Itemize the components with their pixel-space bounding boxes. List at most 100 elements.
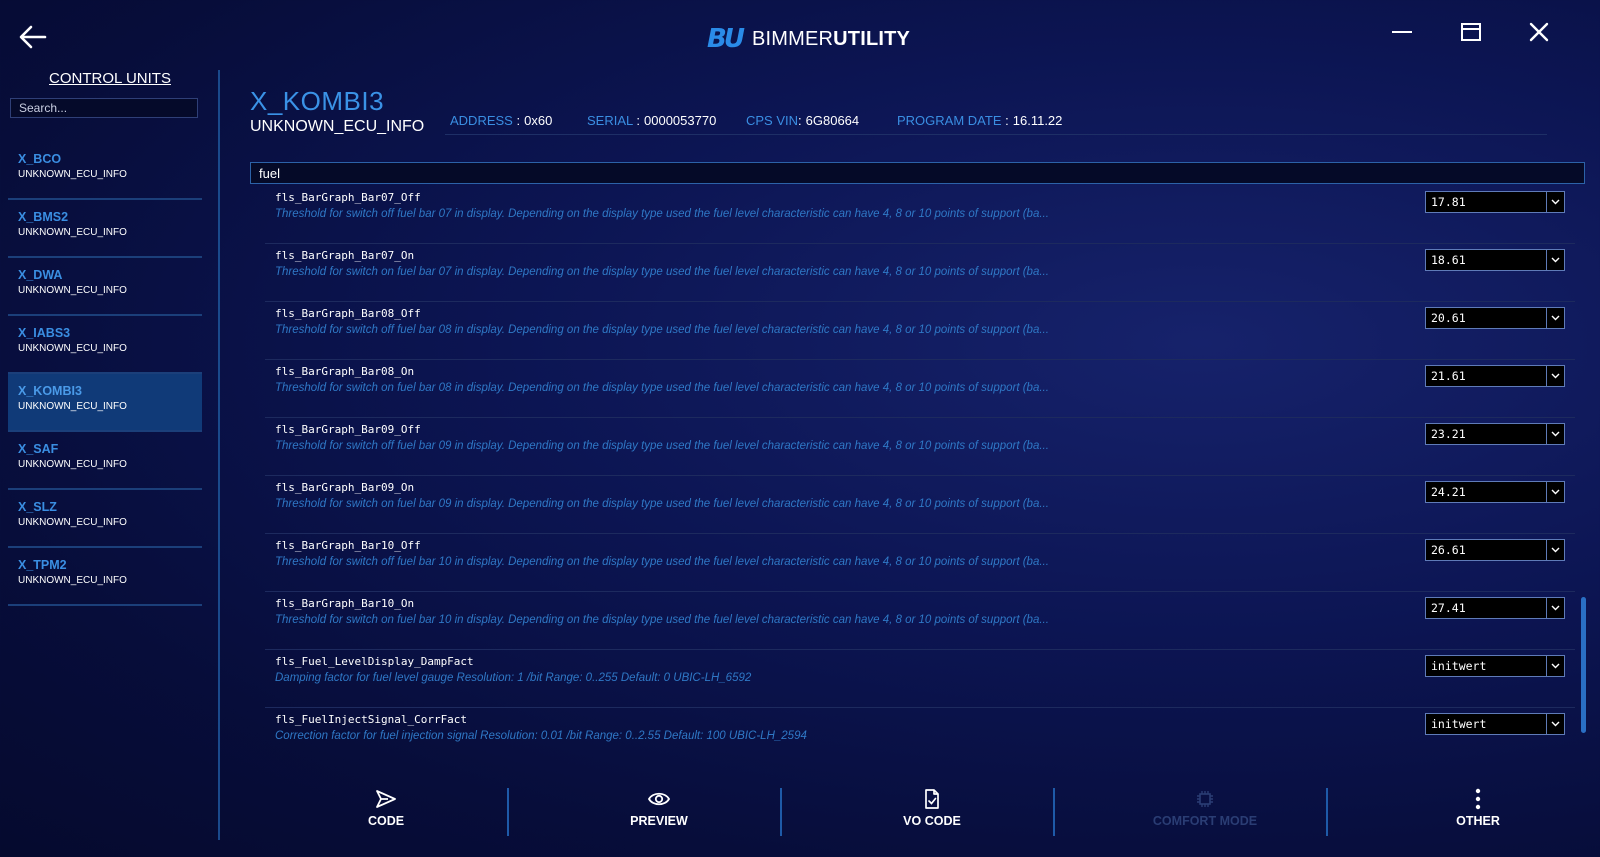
preview-button-label: PREVIEW bbox=[630, 814, 688, 828]
vo-code-button[interactable]: VO CODE bbox=[796, 782, 1068, 840]
dropdown-button[interactable] bbox=[1546, 308, 1564, 328]
other-button-label: OTHER bbox=[1456, 814, 1500, 828]
chevron-down-icon bbox=[1551, 257, 1560, 263]
unit-name: X_DWA bbox=[18, 268, 63, 282]
parameter-description: Correction factor for fuel injection sig… bbox=[275, 730, 807, 742]
parameter-row: fls_BarGraph_Bar10_On Threshold for switc… bbox=[265, 592, 1575, 650]
parameter-value-select[interactable]: 26.61 bbox=[1425, 539, 1565, 561]
parameter-row: fls_FuelInjectSignal_CorrFact Correction … bbox=[265, 708, 1575, 756]
parameter-row: fls_Fuel_LevelDisplay_DampFact Damping fa… bbox=[265, 650, 1575, 708]
parameter-description: Threshold for switch on fuel bar 08 in d… bbox=[275, 382, 1049, 394]
parameter-value-select[interactable]: 17.81 bbox=[1425, 191, 1565, 213]
address-label: ADDRESS bbox=[450, 113, 513, 128]
close-button[interactable] bbox=[1524, 20, 1554, 46]
maximize-icon bbox=[1461, 23, 1481, 41]
dropdown-button[interactable] bbox=[1546, 482, 1564, 502]
dropdown-button[interactable] bbox=[1546, 540, 1564, 560]
parameter-row: fls_BarGraph_Bar07_On Threshold for switc… bbox=[265, 244, 1575, 302]
parameter-value-select[interactable]: 18.61 bbox=[1425, 249, 1565, 271]
sidebar-item-x-saf[interactable]: X_SAF UNKNOWN_ECU_INFO bbox=[8, 432, 202, 490]
parameter-name: fls_BarGraph_Bar08_On bbox=[275, 365, 415, 378]
parameter-value: 26.61 bbox=[1431, 543, 1466, 557]
sidebar-item-x-dwa[interactable]: X_DWA UNKNOWN_ECU_INFO bbox=[8, 258, 202, 316]
dropdown-button[interactable] bbox=[1546, 192, 1564, 212]
chevron-down-icon bbox=[1551, 431, 1560, 437]
preview-button[interactable]: PREVIEW bbox=[523, 782, 795, 840]
maximize-button[interactable] bbox=[1456, 20, 1486, 46]
vo-code-button-label: VO CODE bbox=[903, 814, 961, 828]
ecu-subtitle: UNKNOWN_ECU_INFO bbox=[250, 118, 425, 135]
unit-name: X_KOMBI3 bbox=[18, 384, 82, 398]
sidebar-search-input[interactable] bbox=[10, 98, 198, 118]
scrollbar-thumb[interactable] bbox=[1581, 597, 1586, 733]
code-button[interactable]: CODE bbox=[250, 782, 522, 840]
other-button[interactable]: OTHER bbox=[1342, 782, 1600, 840]
serial-label: SERIAL bbox=[587, 113, 633, 128]
parameter-value: 23.21 bbox=[1431, 427, 1466, 441]
file-check-icon bbox=[925, 789, 939, 809]
comfort-mode-button[interactable]: COMFORT MODE bbox=[1069, 782, 1341, 840]
parameter-value: 20.61 bbox=[1431, 311, 1466, 325]
parameter-row: fls_BarGraph_Bar07_Off Threshold for swit… bbox=[265, 186, 1575, 244]
sidebar-divider bbox=[218, 70, 220, 840]
chevron-down-icon bbox=[1551, 315, 1560, 321]
dropdown-button[interactable] bbox=[1546, 714, 1564, 734]
unit-name: X_SAF bbox=[18, 442, 59, 456]
toolbar-separator bbox=[1326, 788, 1328, 836]
address-sep: : bbox=[516, 113, 521, 128]
toolbar-separator bbox=[507, 788, 509, 836]
chip-icon bbox=[1197, 791, 1213, 807]
unit-name: X_BCO bbox=[18, 152, 62, 166]
sidebar-item-x-iabs3[interactable]: X_IABS3 UNKNOWN_ECU_INFO bbox=[8, 316, 202, 374]
program-date-value: 16.11.22 bbox=[1012, 113, 1063, 128]
parameter-value-select[interactable]: 27.41 bbox=[1425, 597, 1565, 619]
sidebar-item-x-bms2[interactable]: X_BMS2 UNKNOWN_ECU_INFO bbox=[8, 200, 202, 258]
sidebar-item-x-bco[interactable]: X_BCO UNKNOWN_ECU_INFO bbox=[8, 142, 202, 200]
minimize-icon bbox=[1392, 31, 1412, 33]
parameter-value-select[interactable]: initwert bbox=[1425, 713, 1565, 735]
dropdown-button[interactable] bbox=[1546, 366, 1564, 386]
parameter-value-select[interactable]: 24.21 bbox=[1425, 481, 1565, 503]
parameter-value-select[interactable]: 20.61 bbox=[1425, 307, 1565, 329]
parameter-description: Threshold for switch on fuel bar 10 in d… bbox=[275, 614, 1049, 626]
sidebar-item-x-kombi3[interactable]: X_KOMBI3 UNKNOWN_ECU_INFO bbox=[8, 374, 202, 432]
parameter-description: Threshold for switch on fuel bar 07 in d… bbox=[275, 266, 1049, 278]
parameter-row: fls_BarGraph_Bar10_Off Threshold for swit… bbox=[265, 534, 1575, 592]
vin-value: 6G80664 bbox=[805, 113, 860, 128]
address-info: ADDRESS :0x60 bbox=[450, 113, 552, 128]
parameter-value: 18.61 bbox=[1431, 253, 1466, 267]
parameter-value-select[interactable]: initwert bbox=[1425, 655, 1565, 677]
parameter-description: Threshold for switch off fuel bar 07 in … bbox=[275, 208, 1049, 220]
minimize-button[interactable] bbox=[1387, 20, 1417, 46]
back-button[interactable] bbox=[18, 24, 48, 50]
parameter-filter-input[interactable] bbox=[250, 162, 1585, 184]
chevron-down-icon bbox=[1551, 547, 1560, 553]
parameter-value-select[interactable]: 23.21 bbox=[1425, 423, 1565, 445]
parameter-row: fls_BarGraph_Bar09_On Threshold for switc… bbox=[265, 476, 1575, 534]
unit-info: UNKNOWN_ECU_INFO bbox=[18, 227, 127, 238]
chevron-down-icon bbox=[1551, 605, 1560, 611]
parameter-value: 27.41 bbox=[1431, 601, 1466, 615]
program-date-label: PROGRAM DATE bbox=[897, 113, 1002, 128]
code-button-label: CODE bbox=[367, 814, 405, 828]
dropdown-button[interactable] bbox=[1546, 424, 1564, 444]
logo-suffix: UTILITY bbox=[833, 27, 911, 50]
chevron-down-icon bbox=[1551, 373, 1560, 379]
parameter-name: fls_BarGraph_Bar07_Off bbox=[275, 191, 421, 204]
dropdown-button[interactable] bbox=[1546, 656, 1564, 676]
parameter-value-select[interactable]: 21.61 bbox=[1425, 365, 1565, 387]
sidebar-item-x-slz[interactable]: X_SLZ UNKNOWN_ECU_INFO bbox=[8, 490, 202, 548]
unit-name: X_BMS2 bbox=[18, 210, 69, 224]
parameter-list: fls_BarGraph_Bar07_Off Threshold for swit… bbox=[265, 186, 1575, 756]
arrow-left-icon bbox=[19, 25, 47, 49]
sidebar-item-x-tpm2[interactable]: X_TPM2 UNKNOWN_ECU_INFO bbox=[8, 548, 202, 606]
parameter-value: 24.21 bbox=[1431, 485, 1466, 499]
parameter-description: Damping factor for fuel level gauge Reso… bbox=[275, 672, 752, 684]
title-bar: BU BIMMERUTILITY bbox=[0, 0, 1600, 70]
dropdown-button[interactable] bbox=[1546, 250, 1564, 270]
vin-info: CPS VIN: 6G80664 bbox=[746, 113, 859, 128]
sidebar-title: CONTROL UNITS bbox=[49, 70, 171, 87]
dropdown-button[interactable] bbox=[1546, 598, 1564, 618]
ecu-title: X_KOMBI3 bbox=[250, 86, 385, 116]
send-icon bbox=[376, 790, 396, 808]
